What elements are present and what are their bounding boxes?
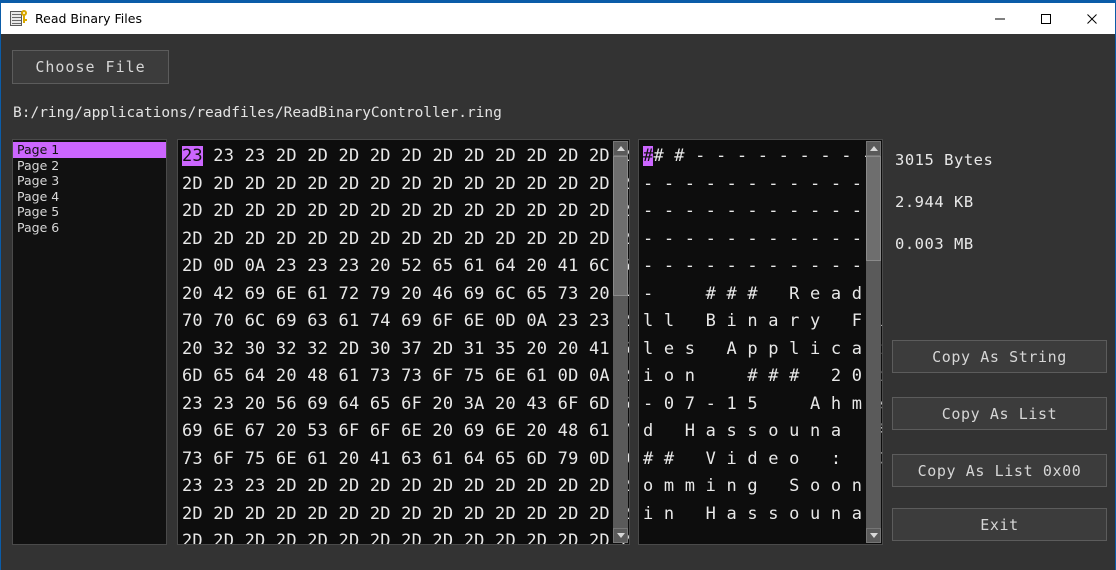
client-area: Choose File B:/ring/applications/readfil… xyxy=(1,34,1115,570)
page-list-item[interactable]: Page 3 xyxy=(13,173,166,189)
ascii-view-content: ## # - - - - - - - - - - - -- - - - - - … xyxy=(639,140,882,529)
hex-row[interactable]: 2D 2D 2D 2D 2D 2D 2D 2D 2D 2D 2D 2D 2D 2… xyxy=(182,226,629,254)
hex-row[interactable]: 70 70 6C 69 63 61 74 69 6F 6E 0D 0A 23 2… xyxy=(182,308,629,336)
hex-row[interactable]: 2D 2D 2D 2D 2D 2D 2D 2D 2D 2D 2D 2D 2D 2… xyxy=(182,171,629,199)
hex-selected-cell[interactable]: 23 xyxy=(182,146,203,166)
hex-row[interactable]: 2D 0D 0A 23 23 23 20 52 65 61 64 20 41 6… xyxy=(182,253,629,281)
ascii-row[interactable]: i n H a s s o u n a xyxy=(643,501,867,529)
ascii-row[interactable]: i o n # # # 2 0 2 2 xyxy=(643,363,882,391)
ascii-row[interactable]: - - - - - - - - - - - - - - xyxy=(643,226,882,254)
hex-row[interactable]: 2D 2D 2D 2D 2D 2D 2D 2D 2D 2D 2D 2D 2D 2… xyxy=(182,528,629,544)
binary-file-key-icon xyxy=(10,9,28,28)
ascii-row[interactable]: - - - - - - - - - - - - - - xyxy=(643,198,882,226)
hex-scroll-down-icon[interactable] xyxy=(613,528,628,543)
ascii-scroll-up-icon[interactable] xyxy=(866,141,881,156)
hex-scroll-up-icon[interactable] xyxy=(613,141,628,156)
title-bar-left: Read Binary Files xyxy=(1,9,977,28)
maximize-icon[interactable] xyxy=(1023,3,1069,34)
ascii-row[interactable]: ## # - - - - - - - - - - - - xyxy=(643,143,872,171)
hex-row[interactable]: 23 23 20 56 69 64 65 6F 20 3A 20 43 6F 6… xyxy=(182,391,629,419)
application-window: Read Binary Files Choose File B:/ring/ap… xyxy=(0,0,1116,570)
ascii-row[interactable]: # # V i d e o : C xyxy=(643,446,882,474)
page-list-item[interactable]: Page 2 xyxy=(13,158,166,174)
minimize-icon[interactable] xyxy=(977,3,1023,34)
choose-file-button[interactable]: Choose File xyxy=(12,50,169,84)
ascii-row[interactable]: - # # # R e a d A xyxy=(643,281,867,309)
window-title: Read Binary Files xyxy=(35,11,142,26)
ascii-row[interactable]: - 0 7 - 1 5 A h m e xyxy=(643,391,882,419)
title-bar: Read Binary Files xyxy=(1,3,1115,34)
ascii-view-scrollbar[interactable] xyxy=(866,141,881,543)
hex-row[interactable]: 23 23 23 2D 2D 2D 2D 2D 2D 2D 2D 2D 2D 2… xyxy=(182,143,629,171)
hex-view-panel[interactable]: 23 23 23 2D 2D 2D 2D 2D 2D 2D 2D 2D 2D 2… xyxy=(177,139,630,545)
exit-button[interactable]: Exit xyxy=(892,508,1107,541)
page-list-item[interactable]: Page 1 xyxy=(13,142,166,158)
page-list-item[interactable]: Page 5 xyxy=(13,204,166,220)
file-size-kb-label: 2.944 KB xyxy=(895,193,974,211)
ascii-row[interactable]: l l B i n a r y F i xyxy=(643,308,882,336)
ascii-row[interactable]: - - - - - - - - - - - - - - xyxy=(643,253,882,281)
hex-view-scrollbar[interactable] xyxy=(613,141,628,543)
hex-row[interactable]: 73 6F 75 6E 61 20 41 63 61 64 65 6D 79 0… xyxy=(182,446,629,474)
ascii-row[interactable]: o m m i n g S o o n xyxy=(643,473,867,501)
page-list-item[interactable]: Page 4 xyxy=(13,189,166,205)
file-size-bytes-label: 3015 Bytes xyxy=(895,151,994,169)
hex-row[interactable]: 20 32 30 32 32 2D 30 37 2D 31 35 20 20 4… xyxy=(182,336,629,364)
ascii-row[interactable]: l e s A p p l i c a t xyxy=(643,336,882,364)
ascii-selected-cell[interactable]: # xyxy=(643,146,654,166)
hex-row[interactable]: 2D 2D 2D 2D 2D 2D 2D 2D 2D 2D 2D 2D 2D 2… xyxy=(182,198,629,226)
ascii-row[interactable]: - - - - - - - - - - - - - - xyxy=(643,171,882,199)
pages-list[interactable]: Page 1 Page 2 Page 3 Page 4 Page 5 Page 6 xyxy=(12,139,167,545)
hex-row[interactable]: 6D 65 64 20 48 61 73 73 6F 75 6E 61 0D 0… xyxy=(182,363,629,391)
hex-scroll-thumb[interactable] xyxy=(613,156,628,296)
copy-as-list-0x00-button[interactable]: Copy As List 0x00 xyxy=(892,454,1107,487)
ascii-view-panel[interactable]: ## # - - - - - - - - - - - -- - - - - - … xyxy=(638,139,883,545)
hex-row[interactable]: 69 6E 67 20 53 6F 6F 6E 20 69 6E 20 48 6… xyxy=(182,418,629,446)
window-controls xyxy=(977,3,1115,34)
hex-row[interactable]: 2D 2D 2D 2D 2D 2D 2D 2D 2D 2D 2D 2D 2D 2… xyxy=(182,501,629,529)
file-size-mb-label: 0.003 MB xyxy=(895,235,974,253)
hex-row[interactable]: 23 23 23 2D 2D 2D 2D 2D 2D 2D 2D 2D 2D 2… xyxy=(182,473,629,501)
ascii-row[interactable]: d H a s s o u n a # xyxy=(643,418,882,446)
file-path-label: B:/ring/applications/readfiles/ReadBinar… xyxy=(13,105,502,121)
hex-view-content: 23 23 23 2D 2D 2D 2D 2D 2D 2D 2D 2D 2D 2… xyxy=(178,140,629,544)
copy-as-string-button[interactable]: Copy As String xyxy=(892,340,1107,373)
page-list-item[interactable]: Page 6 xyxy=(13,220,166,236)
hex-row[interactable]: 20 42 69 6E 61 72 79 20 46 69 6C 65 73 2… xyxy=(182,281,629,309)
ascii-scroll-thumb[interactable] xyxy=(866,156,881,261)
close-icon[interactable] xyxy=(1069,3,1115,34)
ascii-scroll-down-icon[interactable] xyxy=(866,528,881,543)
copy-as-list-button[interactable]: Copy As List xyxy=(892,397,1107,430)
